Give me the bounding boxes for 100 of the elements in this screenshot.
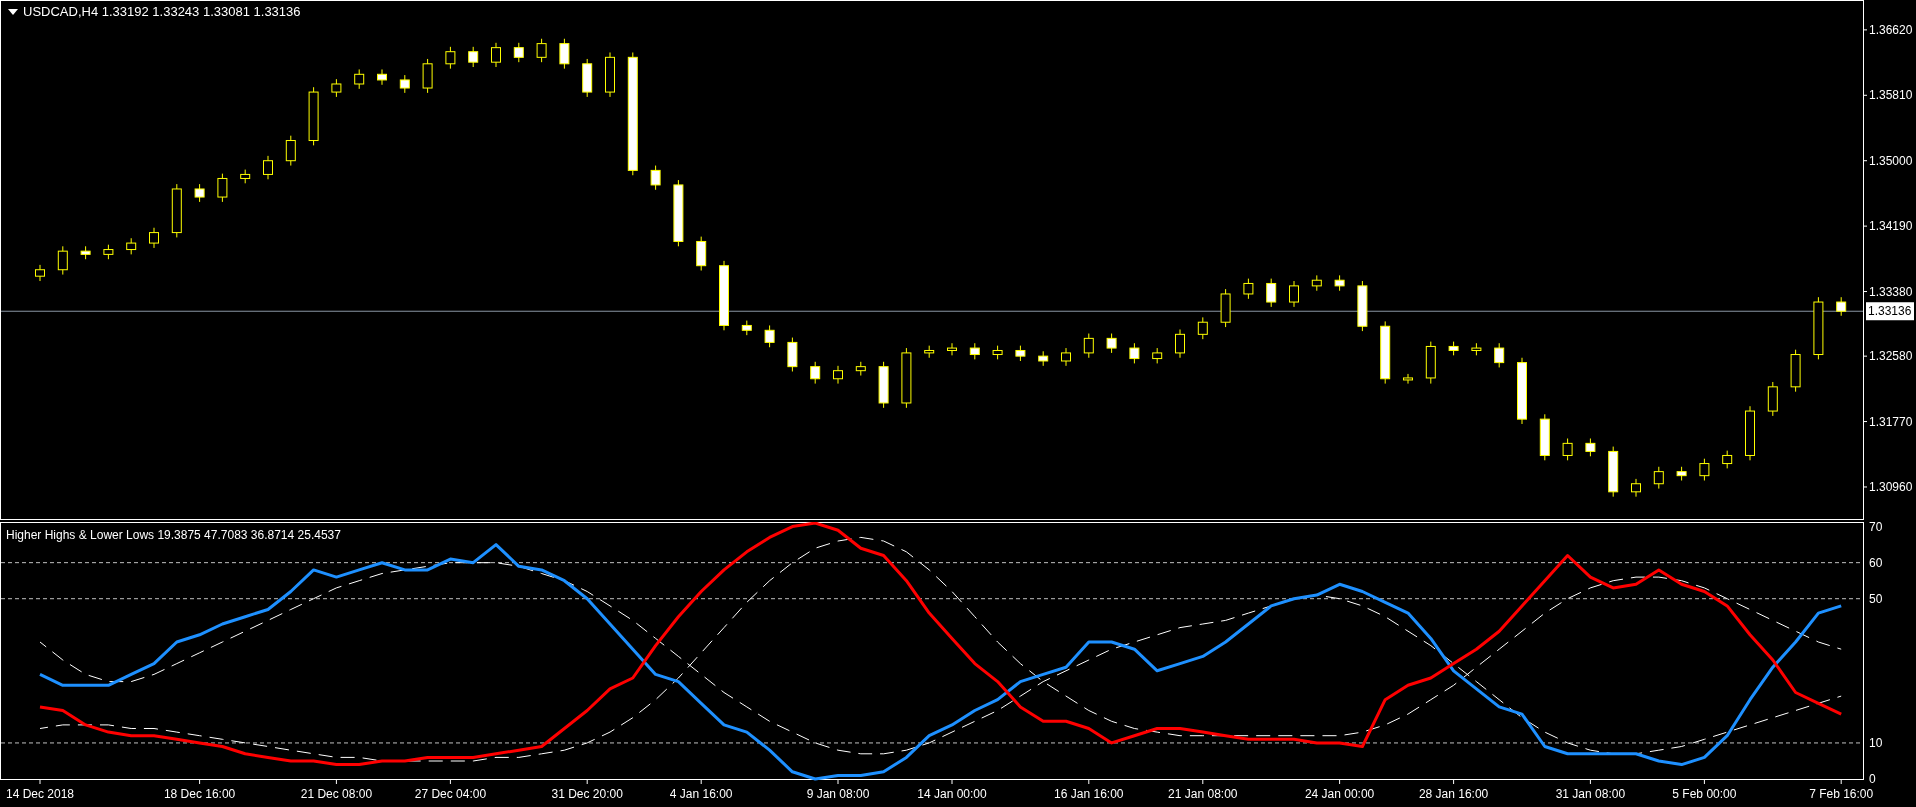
candlestick bbox=[878, 361, 889, 409]
symbol-header: USDCAD,H4 1.33192 1.33243 1.33081 1.33136 bbox=[23, 4, 301, 19]
candlestick bbox=[992, 345, 1003, 360]
indicator-axis-label: 70 bbox=[1869, 522, 1883, 534]
dropdown-triangle-icon[interactable] bbox=[8, 9, 18, 15]
tick-mark bbox=[951, 779, 953, 785]
candlestick bbox=[308, 86, 319, 146]
price-axis-label: 1.35810 bbox=[1869, 88, 1913, 103]
candlestick bbox=[126, 237, 137, 255]
tick-mark bbox=[1863, 29, 1868, 31]
candlestick bbox=[1836, 296, 1847, 317]
price-axis-label: 1.31770 bbox=[1869, 414, 1913, 429]
tick-mark bbox=[1589, 779, 1591, 785]
tick-mark bbox=[700, 779, 702, 785]
candlestick bbox=[1197, 316, 1208, 340]
price-axis-label: 1.34190 bbox=[1869, 219, 1913, 234]
candlestick bbox=[1266, 278, 1277, 308]
time-axis-label: 31 Dec 20:00 bbox=[551, 787, 623, 801]
candlestick bbox=[969, 342, 980, 360]
candlestick bbox=[1562, 438, 1573, 461]
tick-mark bbox=[837, 779, 839, 785]
candlestick bbox=[422, 58, 433, 94]
candlestick bbox=[1813, 296, 1824, 360]
candlestick bbox=[1790, 349, 1801, 393]
time-axis-label: 18 Dec 16:00 bbox=[163, 787, 236, 801]
candlestick bbox=[924, 345, 935, 359]
candlestick bbox=[1289, 280, 1299, 308]
candlestick bbox=[719, 260, 729, 331]
candlestick bbox=[855, 361, 866, 376]
candlestick bbox=[1653, 466, 1664, 490]
candlestick bbox=[536, 38, 547, 63]
price-axis-label: 1.36620 bbox=[1869, 22, 1913, 37]
candlestick bbox=[1631, 478, 1641, 498]
tick-mark bbox=[1863, 355, 1868, 357]
candlestick bbox=[1357, 280, 1368, 332]
candlestick bbox=[1745, 405, 1755, 461]
candlestick bbox=[1448, 341, 1459, 356]
candlestick bbox=[650, 165, 661, 191]
candlestick bbox=[285, 135, 296, 167]
candlestick bbox=[1676, 466, 1687, 481]
tick-mark bbox=[1703, 779, 1705, 785]
candlestick bbox=[947, 342, 957, 356]
candlestick bbox=[1129, 342, 1140, 364]
tick-mark bbox=[1863, 291, 1868, 293]
tick-mark bbox=[1202, 779, 1204, 785]
candlestick bbox=[1175, 329, 1185, 359]
candlestick bbox=[80, 245, 91, 260]
candlestick bbox=[1539, 413, 1550, 461]
candlestick bbox=[901, 347, 912, 409]
candlestick bbox=[491, 42, 501, 68]
time-axis-label: 21 Jan 08:00 bbox=[1168, 787, 1238, 801]
candlestick bbox=[240, 169, 251, 184]
tick-mark bbox=[1863, 421, 1868, 423]
tick-mark bbox=[199, 779, 201, 785]
time-axis-label: 24 Jan 00:00 bbox=[1304, 787, 1375, 801]
candlestick bbox=[1471, 342, 1482, 356]
candlestick bbox=[810, 361, 821, 385]
indicator-axis-label: 0 bbox=[1869, 772, 1876, 786]
tick-mark bbox=[1339, 779, 1341, 785]
time-axis-label: 28 Jan 16:00 bbox=[1418, 787, 1489, 801]
candlestick bbox=[559, 38, 570, 70]
candlestick bbox=[696, 236, 707, 272]
candlestick bbox=[1722, 450, 1733, 469]
candlestick bbox=[331, 78, 342, 98]
candlestick bbox=[1220, 288, 1231, 328]
time-axis-label: 21 Dec 08:00 bbox=[300, 787, 373, 801]
candlestick bbox=[1608, 446, 1619, 498]
candlestick bbox=[787, 337, 798, 372]
tick-mark bbox=[335, 779, 337, 785]
tick-mark bbox=[39, 779, 41, 785]
candlestick bbox=[1152, 347, 1163, 364]
indicator-axis-label: 10 bbox=[1869, 735, 1883, 750]
candlestick bbox=[1243, 278, 1254, 300]
time-axis-label: 16 Jan 16:00 bbox=[1054, 787, 1124, 801]
tick-mark bbox=[1840, 779, 1842, 785]
time-axis-label: 14 Jan 00:00 bbox=[917, 787, 987, 801]
candlestick bbox=[1380, 320, 1391, 385]
candlestick bbox=[217, 173, 228, 203]
candlestick bbox=[1311, 274, 1322, 292]
candlestick bbox=[1083, 333, 1094, 359]
candlestick bbox=[263, 155, 273, 180]
candlestick bbox=[35, 264, 45, 282]
tick-mark bbox=[1863, 160, 1868, 162]
tick-mark bbox=[449, 779, 451, 785]
tick-mark bbox=[1088, 779, 1090, 785]
candlestick bbox=[1106, 333, 1117, 354]
candlestick bbox=[1403, 373, 1413, 385]
candlestick bbox=[1585, 438, 1596, 457]
time-axis-label: 31 Jan 08:00 bbox=[1555, 787, 1626, 801]
candlestick bbox=[1517, 357, 1527, 425]
candlestick bbox=[194, 183, 205, 203]
price-axis-label: 1.35000 bbox=[1869, 153, 1913, 168]
time-axis-label: 7 Feb 16:00 bbox=[1809, 787, 1874, 801]
candlestick bbox=[399, 74, 410, 94]
time-axis-label: 14 Dec 2018 bbox=[5, 787, 75, 801]
current-price-tag: 1.33136 bbox=[1866, 302, 1914, 321]
candlestick bbox=[1038, 350, 1049, 367]
candlestick bbox=[513, 42, 524, 63]
tick-mark bbox=[1863, 225, 1868, 227]
candlestick bbox=[468, 46, 479, 68]
